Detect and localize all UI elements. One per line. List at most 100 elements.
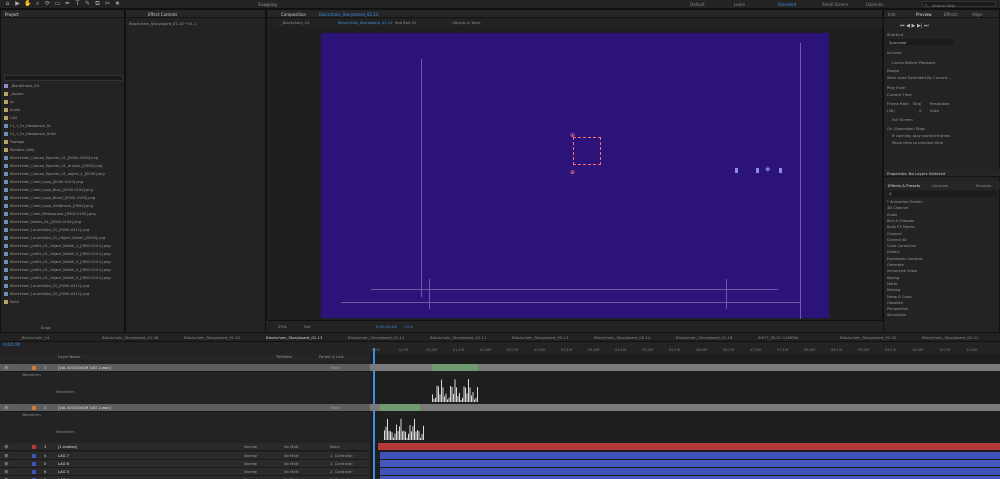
- timeline-tab[interactable]: Blockchain_Storyboard_02-13: [512, 335, 568, 340]
- timeline-timecode[interactable]: 0;00;00: [3, 343, 20, 348]
- column-layer-name[interactable]: Layer Name: [58, 355, 80, 359]
- right-tab[interactable]: Preview: [916, 12, 932, 17]
- timeline-tab[interactable]: Blockchain_Storyboard_01-10: [184, 335, 240, 340]
- trkmatte-select[interactable]: No Matt: [284, 445, 299, 449]
- layer-name[interactable]: LAG 5: [58, 470, 69, 474]
- timeline-tab[interactable]: Blockchain_Storyboard_01-14: [348, 335, 404, 340]
- comp-tab[interactable]: Blockchain_Storyboard_02.14: [338, 21, 393, 25]
- layer-bar-blue[interactable]: [380, 468, 1000, 475]
- effect-category[interactable]: Matte: [887, 282, 897, 286]
- tool-icon[interactable]: ⌂: [4, 1, 11, 7]
- timeline-tab[interactable]: Blockchain_Storyboard_01-06: [102, 335, 158, 340]
- audio-layer-bar[interactable]: [370, 404, 1000, 411]
- project-item[interactable]: L1_1_Fx_Hesapxxxl_XL: [4, 124, 51, 130]
- blend-mode-select[interactable]: Normal: [244, 462, 257, 466]
- cache-label[interactable]: Cache Before Playback: [892, 60, 936, 65]
- effect-controls-title[interactable]: Effect Controls: [148, 12, 177, 17]
- skip-value[interactable]: 0: [919, 108, 921, 113]
- effect-category[interactable]: Distort: [887, 250, 899, 254]
- workspace-tab[interactable]: Default: [690, 2, 705, 7]
- label-color-swatch[interactable]: [32, 406, 36, 410]
- if-caching-label[interactable]: If caching, play cached frames: [892, 133, 950, 138]
- timeline-tab[interactable]: Blockchain_Storyboard_02-21: [922, 335, 978, 340]
- blend-mode-select[interactable]: Normal: [244, 470, 257, 474]
- project-item[interactable]: Blockchain_Course_Topcher_01_[0000-0100]…: [4, 156, 98, 162]
- workspace-tab[interactable]: Standard: [778, 2, 796, 7]
- timeline-tab[interactable]: Blockchain_Storyboard_02-16: [676, 335, 732, 340]
- right-tab[interactable]: Align: [972, 12, 982, 17]
- effect-category[interactable]: 3D Channel: [887, 206, 908, 210]
- layer-name[interactable]: [VAL 8.OOCHAIR 1AG 2.wav]: [58, 366, 111, 370]
- composition-name[interactable]: Blockchain_Storyboard_02.14: [319, 12, 378, 17]
- effect-category[interactable]: Cinema 4D: [887, 238, 907, 242]
- effect-category[interactable]: Keying: [887, 276, 899, 280]
- tool-icon[interactable]: ✒: [64, 1, 71, 7]
- effects-tab[interactable]: Effects & Presets: [888, 183, 920, 188]
- play-from-value[interactable]: Current Time: [887, 92, 912, 97]
- parent-select[interactable]: None: [330, 445, 340, 449]
- tool-icon[interactable]: ✂: [104, 1, 111, 7]
- frame-rate-value[interactable]: (30): [887, 108, 895, 113]
- search-help-input[interactable]: ⌕ Search Help: [922, 1, 996, 8]
- effect-category[interactable]: Missing: [887, 288, 900, 292]
- parent-select[interactable]: 2. Controller: [330, 454, 353, 458]
- parent-select[interactable]: None: [330, 366, 340, 370]
- project-item[interactable]: Blockchain_prefix_01_Object_Bokeh_2_[000…: [4, 252, 111, 258]
- tool-icon[interactable]: ⧉: [94, 1, 101, 7]
- effects-tab[interactable]: Brushes: [976, 183, 991, 188]
- project-item[interactable]: Blockchain_Course_Topcher_01_Aruline_[00…: [4, 164, 102, 170]
- eye-icon[interactable]: 👁: [4, 406, 9, 410]
- project-item[interactable]: Blockchain_Cube_Loop_Blue_[0000-0100].pn…: [4, 188, 93, 194]
- effect-category[interactable]: Audio: [887, 213, 897, 217]
- label-color-swatch[interactable]: [32, 366, 36, 370]
- playback-controls[interactable]: ⏮ ◀ ▶ ▶| ⏭: [900, 23, 960, 29]
- tool-icon[interactable]: ⟳: [44, 1, 51, 7]
- layer-row[interactable]: 👁 6 LAG 5 Normal No Matt 2. Controller: [0, 468, 370, 476]
- tool-icon[interactable]: ▶: [14, 1, 21, 7]
- zoom-level[interactable]: 25%: [278, 324, 286, 329]
- project-item[interactable]: Blockchain_Launchsite_02_[0000-0011].png: [4, 292, 89, 298]
- timeline-tab[interactable]: Blockchain_Storyboard_02-14: [594, 335, 650, 340]
- right-tab[interactable]: Effects: [944, 12, 958, 17]
- layer-row[interactable]: 👁 1 [VAL 8.OOCHAIR 1AG 2.wav] None: [0, 364, 370, 372]
- label-color-swatch[interactable]: [32, 454, 36, 458]
- parent-select[interactable]: 2. Controller: [330, 462, 353, 466]
- comp-tab[interactable]: Objects & Texts: [452, 21, 481, 25]
- project-item[interactable]: Blockchain_Launchsite_01_[0000-0011].png: [4, 284, 89, 290]
- trkmatte-select[interactable]: No Matt: [284, 462, 299, 466]
- workspace-tab[interactable]: Libraries: [866, 2, 883, 7]
- effect-category[interactable]: Noise & Grain: [887, 295, 912, 299]
- effects-search-input[interactable]: ρ: [887, 191, 997, 197]
- eye-icon[interactable]: 👁: [4, 445, 9, 449]
- eye-icon[interactable]: 👁: [4, 366, 9, 370]
- layer-name[interactable]: LAG 6: [58, 462, 69, 466]
- anchor-point-icon[interactable]: ⊕: [570, 169, 575, 176]
- project-item[interactable]: Audio: [4, 108, 20, 114]
- timeline-tab[interactable]: Blockchain_Storyboard_01-13: [266, 335, 322, 340]
- project-item[interactable]: _Assets: [4, 92, 24, 98]
- effect-category[interactable]: * Animation Presets: [887, 200, 922, 204]
- project-item[interactable]: L2_1_Fx_Hesapxxxl_XLdd: [4, 132, 56, 138]
- effect-category[interactable]: Blur & Sharpen: [887, 219, 914, 223]
- layer-bar-blue[interactable]: [380, 460, 1000, 467]
- shortcut-select[interactable]: Spacebar: [887, 39, 954, 45]
- eye-icon[interactable]: 👁: [4, 462, 9, 466]
- selection-box[interactable]: [573, 137, 601, 165]
- layer-row[interactable]: 👁 4 LAG 7 Normal No Matt 2. Controller: [0, 452, 370, 460]
- project-item[interactable]: Blockchain_Course_Topcher_01_object_1_[0…: [4, 172, 105, 178]
- project-item[interactable]: AI: [4, 100, 14, 106]
- label-color-swatch[interactable]: [32, 470, 36, 474]
- tool-icon[interactable]: ✎: [84, 1, 91, 7]
- project-item[interactable]: Blockchain_Nodes_AL_[0000-0100].png: [4, 220, 81, 226]
- current-time-display[interactable]: 0;00;02;06: [376, 324, 397, 329]
- blend-mode-select[interactable]: Normal: [244, 454, 257, 458]
- project-search-input[interactable]: [4, 75, 123, 81]
- project-item[interactable]: Blockchain_prefix_01_Object_Bokeh_4_[000…: [4, 268, 111, 274]
- effect-category[interactable]: Generate: [887, 263, 904, 267]
- tool-icon[interactable]: T: [74, 1, 81, 7]
- effect-category[interactable]: Boris FX Mocha: [887, 225, 915, 229]
- workspace-tab[interactable]: Small Screen: [822, 2, 848, 7]
- tool-icon[interactable]: ⌕: [34, 1, 41, 7]
- parent-select[interactable]: 2. Controller: [330, 470, 353, 474]
- right-tab[interactable]: Info: [888, 12, 896, 17]
